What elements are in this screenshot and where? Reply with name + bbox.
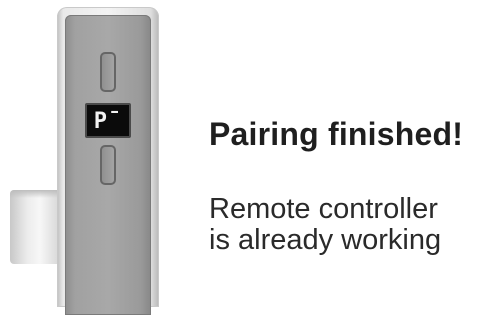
down-button [100, 145, 116, 185]
remote-device-illustration: P¯ [57, 7, 159, 315]
device-faceplate: P¯ [65, 15, 151, 315]
display-code: P¯ [93, 108, 123, 134]
device-display: P¯ [85, 103, 131, 138]
status-message: Remote controller is already working [209, 194, 484, 256]
status-message-line-2: is already working [209, 224, 442, 256]
status-title: Pairing finished! [209, 116, 464, 152]
status-message-line-1: Remote controller [209, 193, 438, 225]
mounting-bracket [10, 190, 60, 264]
up-button [100, 52, 116, 92]
